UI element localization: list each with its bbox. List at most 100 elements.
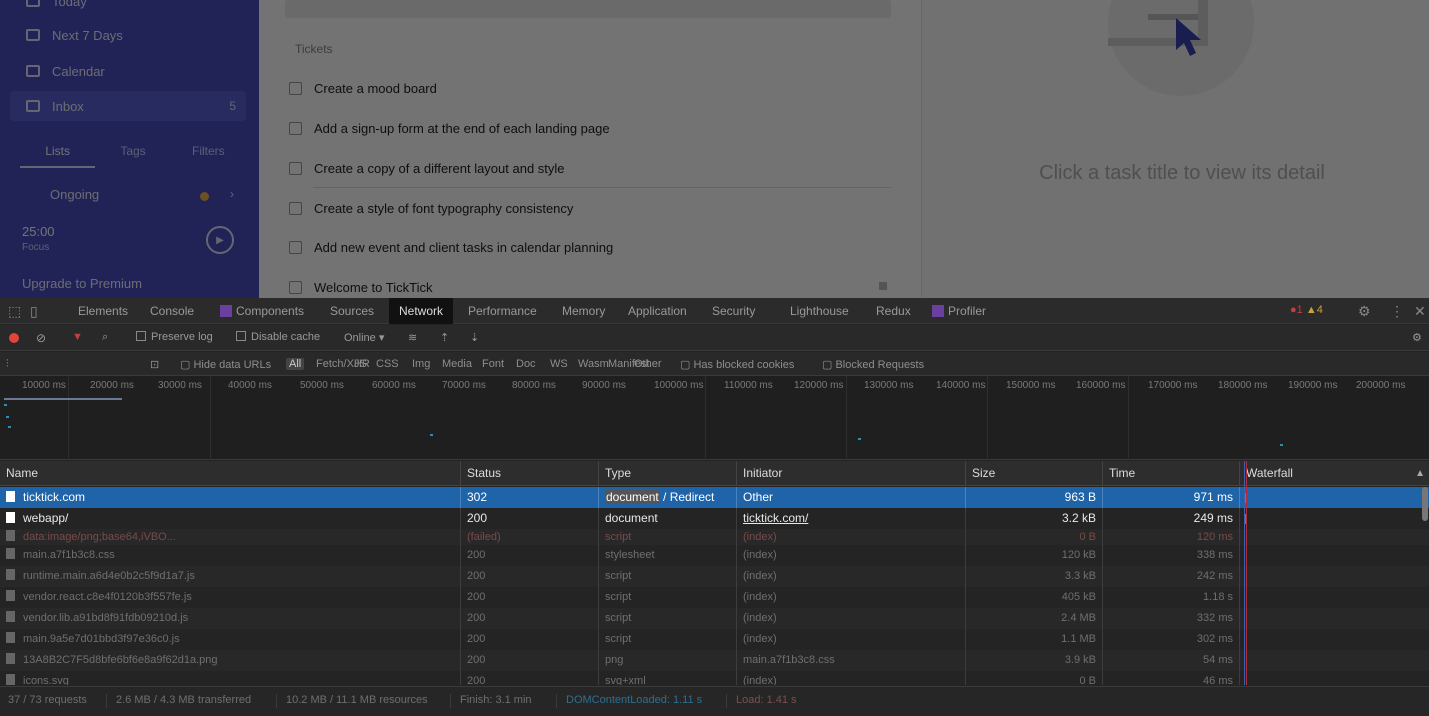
tab-console[interactable]: Console	[148, 298, 196, 324]
task-item[interactable]: Create a copy of a different layout and …	[289, 158, 565, 178]
filter-font[interactable]: Font	[482, 358, 504, 370]
tab-components[interactable]: Components	[218, 298, 306, 324]
tab-sources[interactable]: Sources	[328, 298, 376, 324]
throttle-select[interactable]: Online ▾	[344, 331, 384, 344]
filter-wasm[interactable]: Wasm	[578, 358, 609, 370]
checkbox[interactable]	[236, 331, 246, 341]
error-icon[interactable]: ●1 ▲4	[1290, 304, 1323, 316]
task-checkbox[interactable]	[289, 280, 302, 294]
request-name[interactable]: webapp/	[0, 508, 461, 529]
network-overview[interactable]: 10000 ms 20000 ms 30000 ms 40000 ms 5000…	[0, 376, 1429, 460]
checkbox[interactable]	[136, 331, 146, 341]
column-status[interactable]: Status	[461, 461, 599, 486]
task-title[interactable]: Add new event and client tasks in calend…	[314, 240, 613, 255]
request-name[interactable]: vendor.react.c8e4f0120b3f557fe.js	[0, 587, 461, 608]
request-name[interactable]: data:image/png;base64,iVBO...	[0, 529, 461, 545]
task-checkbox[interactable]	[289, 201, 302, 215]
task-item[interactable]: Welcome to TickTick	[289, 277, 432, 297]
close-icon[interactable]: ✕	[1414, 303, 1426, 320]
filter-other[interactable]: Other	[634, 358, 662, 370]
task-item[interactable]: Add a sign-up form at the end of each la…	[289, 118, 610, 138]
table-row[interactable]: 13A8B2C7F5d8bfe6bf6e8a9f62d1a.png 200 pn…	[0, 650, 1429, 671]
request-name[interactable]: vendor.lib.a91bd8f91fdb09210d.js	[0, 608, 461, 629]
table-row[interactable]: webapp/ 200 document ticktick.com/ 3.2 k…	[0, 508, 1429, 529]
upgrade-link[interactable]: Upgrade to Premium	[22, 276, 142, 291]
inspect-icon[interactable]: ⬚	[8, 303, 21, 320]
request-name[interactable]: runtime.main.a6d4e0b2c5f9d1a7.js	[0, 566, 461, 587]
tab-performance[interactable]: Performance	[466, 298, 539, 324]
column-name[interactable]: Name	[0, 461, 461, 486]
request-initiator-link[interactable]: ticktick.com/	[737, 508, 966, 529]
table-row[interactable]: vendor.lib.a91bd8f91fdb09210d.js 200 scr…	[0, 608, 1429, 629]
sidebar-item-ongoing[interactable]: Ongoing	[50, 187, 99, 202]
table-row[interactable]: ticktick.com 302 document / Redirect Oth…	[0, 487, 1429, 508]
request-name[interactable]: icons.svg	[0, 671, 461, 685]
task-checkbox[interactable]	[289, 240, 302, 254]
task-item[interactable]: Create a style of font typography consis…	[289, 198, 573, 218]
task-checkbox[interactable]	[289, 81, 302, 95]
column-time[interactable]: Time	[1103, 461, 1240, 486]
sidebar-item-today[interactable]: Today	[10, 0, 246, 16]
task-title[interactable]: Create a copy of a different layout and …	[314, 161, 565, 176]
filter-img[interactable]: Img	[412, 358, 430, 370]
table-row[interactable]: vendor.react.c8e4f0120b3f557fe.js 200 sc…	[0, 587, 1429, 608]
filter-media[interactable]: Media	[442, 358, 472, 370]
task-item[interactable]: Create a mood board	[289, 78, 437, 98]
filter-all[interactable]: All	[286, 358, 305, 370]
table-row[interactable]: data:image/png;base64,iVBO... (failed) s…	[0, 529, 1429, 545]
clear-icon[interactable]: ⊘	[36, 331, 46, 345]
wifi-icon[interactable]: ≋	[408, 331, 417, 344]
tab-network[interactable]: Network	[389, 298, 454, 324]
record-icon[interactable]	[9, 333, 19, 343]
device-toggle-icon[interactable]: ▯	[30, 303, 38, 320]
table-row[interactable]: main.a7f1b3c8.css 200 stylesheet (index)…	[0, 545, 1429, 566]
hide-data-urls[interactable]: ▢ Hide data URLs	[180, 358, 271, 371]
settings-icon[interactable]: ⚙	[1412, 331, 1422, 344]
table-row[interactable]: icons.svg 200 svg+xml (index) 0 B 46 ms	[0, 671, 1429, 685]
table-row[interactable]: runtime.main.a6d4e0b2c5f9d1a7.js 200 scr…	[0, 566, 1429, 587]
column-initiator[interactable]: Initiator	[737, 461, 966, 486]
tab-lighthouse[interactable]: Lighthouse	[788, 298, 851, 324]
tab-filters[interactable]: Filters	[171, 138, 246, 168]
filter-icon[interactable]: ▼	[72, 331, 83, 343]
column-waterfall[interactable]: Waterfall ▲	[1240, 461, 1429, 486]
task-title[interactable]: Add a sign-up form at the end of each la…	[314, 121, 610, 136]
request-name[interactable]: 13A8B2C7F5d8bfe6bf6e8a9f62d1a.png	[0, 650, 461, 671]
invert-icon[interactable]: ⊡	[150, 358, 159, 371]
tab-profiler[interactable]: Profiler	[930, 298, 988, 324]
column-size[interactable]: Size	[966, 461, 1103, 486]
preserve-log-checkbox[interactable]: Preserve log	[136, 331, 213, 343]
has-blocked-cookies[interactable]: ▢ Has blocked cookies	[680, 358, 794, 371]
filter-css[interactable]: CSS	[376, 358, 399, 370]
filter-ws[interactable]: WS	[550, 358, 568, 370]
task-title[interactable]: Welcome to TickTick	[314, 280, 432, 295]
filter-input[interactable]: ⫶	[6, 358, 9, 371]
tab-lists[interactable]: Lists	[20, 138, 96, 168]
task-checkbox[interactable]	[289, 121, 302, 135]
more-icon[interactable]: ⋮	[1390, 303, 1404, 320]
column-type[interactable]: Type	[599, 461, 737, 486]
request-name[interactable]: ticktick.com	[0, 487, 461, 508]
tab-tags[interactable]: Tags	[95, 138, 170, 168]
blocked-requests[interactable]: ▢ Blocked Requests	[822, 358, 924, 371]
sidebar-item-calendar[interactable]: Calendar	[10, 56, 246, 86]
tab-elements[interactable]: Elements	[76, 298, 130, 324]
request-name[interactable]: main.a7f1b3c8.css	[0, 545, 461, 566]
add-task-input[interactable]	[285, 0, 891, 18]
import-icon[interactable]: ⇡	[440, 331, 449, 344]
task-item[interactable]: Add new event and client tasks in calend…	[289, 237, 613, 257]
search-icon[interactable]: ⌕	[102, 331, 108, 344]
gear-icon[interactable]: ⚙	[1358, 303, 1371, 320]
filter-js[interactable]: JS	[354, 358, 367, 370]
filter-doc[interactable]: Doc	[516, 358, 536, 370]
disable-cache-checkbox[interactable]: Disable cache	[236, 331, 320, 343]
tab-memory[interactable]: Memory	[560, 298, 607, 324]
tab-security[interactable]: Security	[710, 298, 757, 324]
request-name[interactable]: main.9a5e7d01bbd3f97e36c0.js	[0, 629, 461, 650]
chevron-right-icon[interactable]: ›	[230, 187, 234, 201]
tab-application[interactable]: Application	[626, 298, 689, 324]
task-title[interactable]: Create a mood board	[314, 81, 437, 96]
sidebar-item-inbox[interactable]: Inbox 5	[10, 91, 246, 121]
task-checkbox[interactable]	[289, 161, 302, 175]
scrollbar[interactable]	[1422, 487, 1428, 521]
